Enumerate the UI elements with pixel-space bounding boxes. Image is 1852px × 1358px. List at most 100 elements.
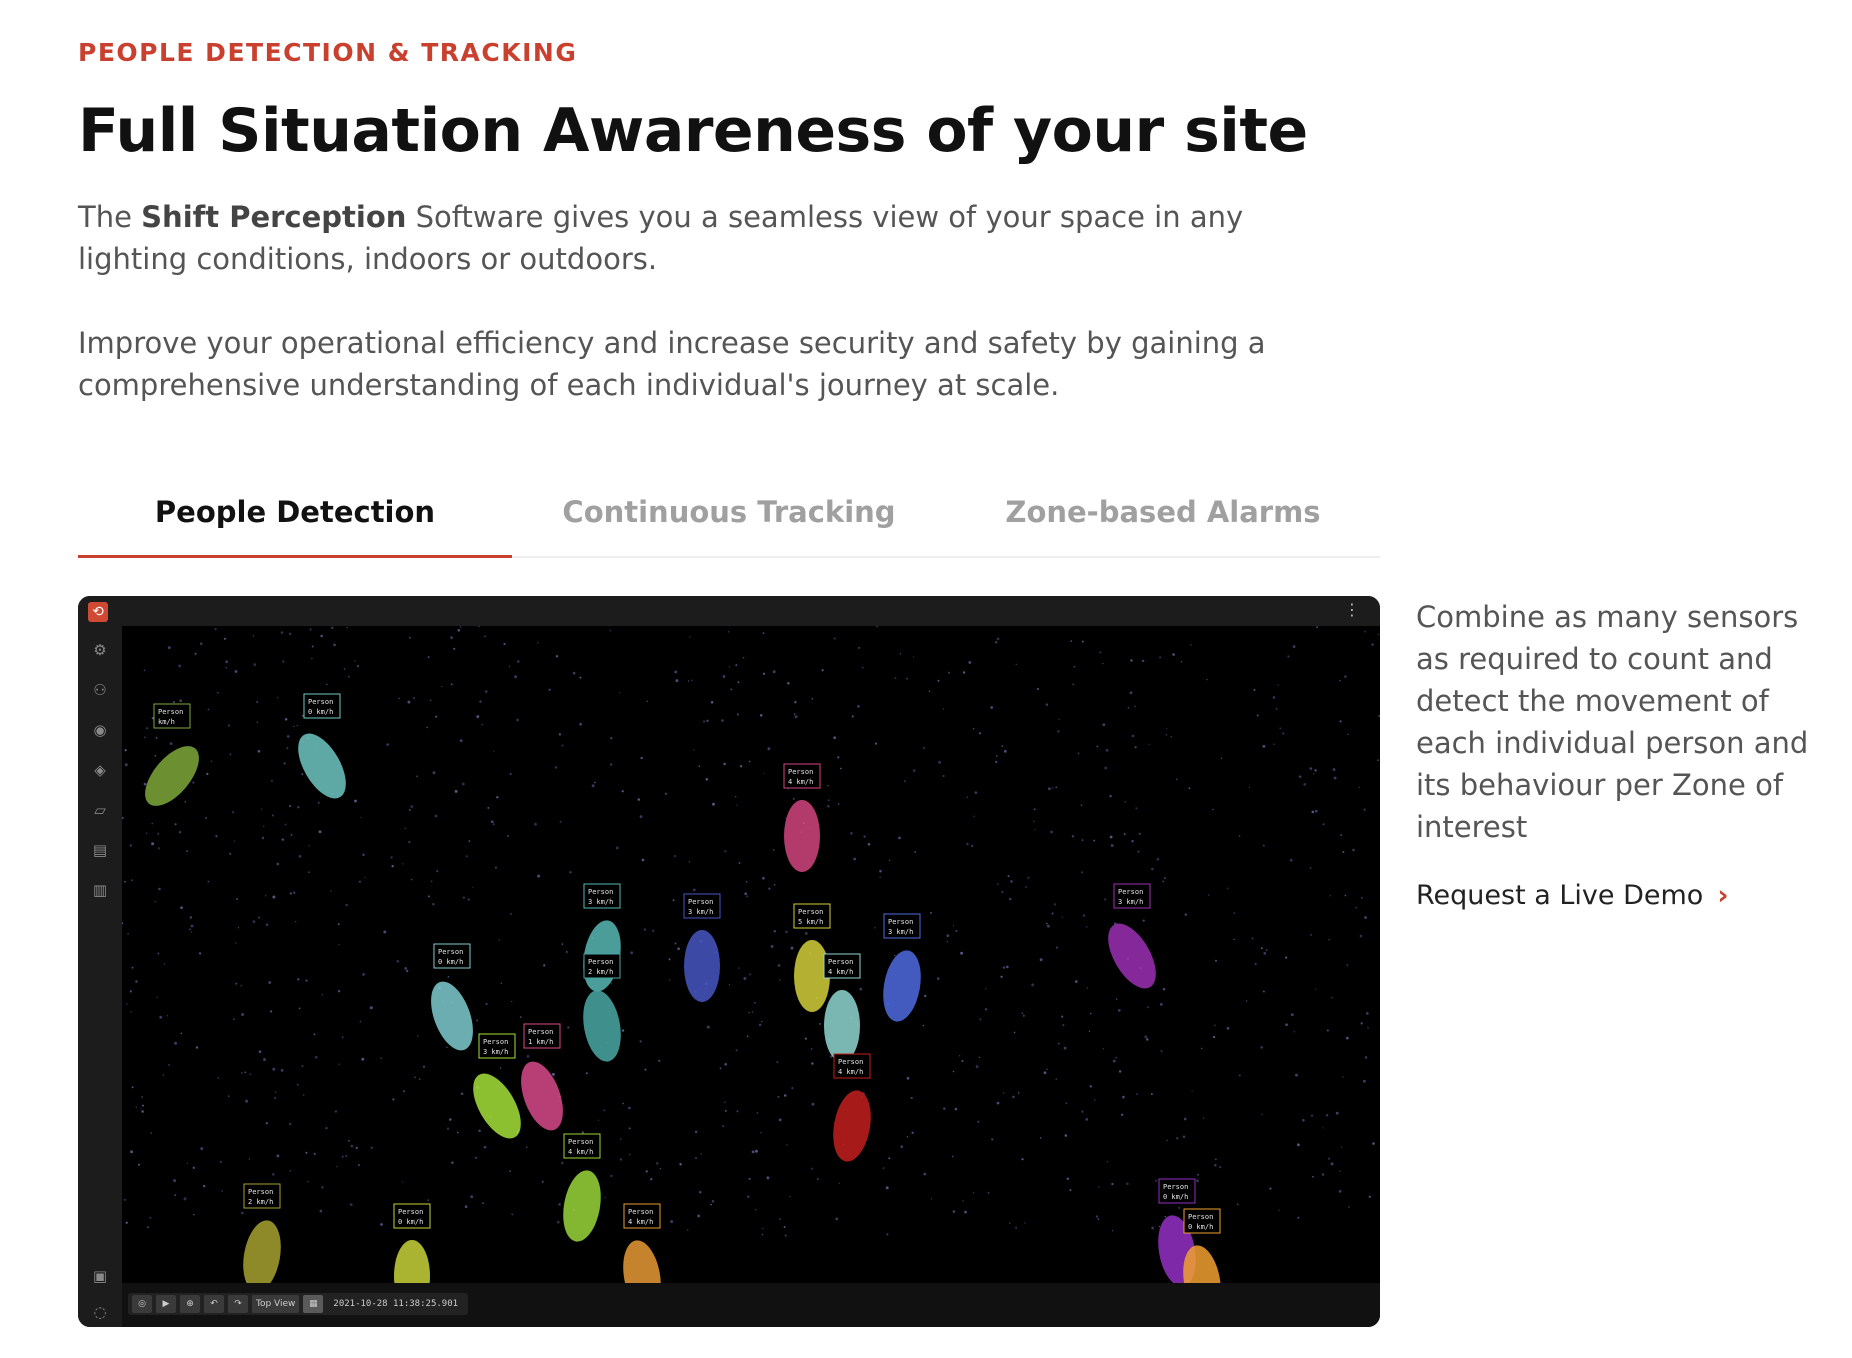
- lidar-point: [298, 854, 302, 858]
- gear-icon[interactable]: ⚙: [90, 640, 110, 660]
- lidar-point: [390, 856, 393, 859]
- target-icon[interactable]: ⊕: [180, 1295, 200, 1313]
- tab-continuous-tracking[interactable]: Continuous Tracking: [512, 470, 946, 556]
- lidar-point: [744, 892, 748, 896]
- lidar-point: [354, 660, 356, 662]
- lidar-point: [509, 772, 512, 776]
- person-marker[interactable]: Person 3 km/h: [878, 913, 926, 1025]
- person-marker[interactable]: Person 3 km/h: [683, 893, 721, 1002]
- lidar-point: [144, 736, 146, 739]
- lidar-point: [408, 808, 411, 811]
- lidar-point: [355, 1146, 358, 1150]
- lidar-point: [1325, 1114, 1329, 1117]
- lidar-point: [1093, 839, 1096, 842]
- lidar-point: [121, 922, 124, 925]
- lidar-point: [1071, 835, 1075, 838]
- lidar-point: [1047, 787, 1051, 791]
- tab-zone-based-alarms[interactable]: Zone-based Alarms: [946, 470, 1380, 556]
- layers-toggle-icon[interactable]: ◎: [132, 1295, 152, 1313]
- lidar-point: [1123, 833, 1126, 836]
- layers-icon[interactable]: ◈: [90, 760, 110, 780]
- person-marker[interactable]: Person 4 km/h: [828, 1053, 876, 1165]
- lidar-point: [129, 990, 132, 993]
- book-icon[interactable]: ▣: [90, 1266, 110, 1286]
- lidar-point: [1033, 820, 1035, 822]
- lidar-point: [723, 1101, 726, 1104]
- lidar-point: [272, 1173, 275, 1176]
- person-marker[interactable]: Person 0 km/h: [423, 943, 481, 1056]
- lidar-point: [1208, 894, 1210, 896]
- lidar-point: [1058, 718, 1060, 721]
- lidar-point: [1102, 723, 1106, 727]
- point-cloud-view[interactable]: Person 0 km/h Person km/h Person 4 km/h Person…: [121, 624, 1380, 1327]
- lidar-point: [256, 700, 259, 704]
- document-icon[interactable]: ▤: [90, 840, 110, 860]
- lidar-point: [745, 881, 748, 883]
- sensor-icon[interactable]: ◉: [90, 720, 110, 740]
- lidar-point: [525, 1146, 528, 1148]
- lidar-point: [763, 772, 765, 774]
- lidar-point: [1081, 839, 1084, 841]
- person-marker[interactable]: Person 4 km/h: [823, 953, 861, 1062]
- person-marker[interactable]: Person 0 km/h: [393, 1203, 431, 1312]
- lidar-point: [971, 844, 974, 848]
- lidar-point: [482, 1202, 484, 1204]
- person-label: Person: [688, 898, 713, 906]
- lidar-point: [548, 688, 551, 692]
- intro-paragraph-2: Improve your operational efficiency and …: [78, 326, 1266, 402]
- person-marker[interactable]: Person 1 km/h: [513, 1023, 571, 1136]
- lidar-point: [659, 1167, 661, 1170]
- person-speed: 2 km/h: [588, 968, 613, 976]
- person-marker[interactable]: Person 4 km/h: [558, 1133, 606, 1245]
- lidar-point: [154, 754, 157, 757]
- lidar-point: [178, 664, 182, 668]
- person-marker[interactable]: Person 4 km/h: [783, 763, 821, 872]
- request-demo-link[interactable]: Request a Live Demo ›: [1416, 880, 1728, 911]
- lidar-point: [1015, 663, 1017, 666]
- lidar-point: [135, 980, 138, 983]
- person-marker[interactable]: Person 2 km/h: [238, 1183, 286, 1292]
- lidar-point: [674, 670, 678, 674]
- lidar-point: [419, 1078, 421, 1080]
- person-marker[interactable]: Person 3 km/h: [1098, 883, 1165, 996]
- lidar-point: [453, 647, 456, 650]
- lidar-point: [1031, 983, 1035, 987]
- lidar-point: [1330, 996, 1333, 999]
- kebab-icon[interactable]: ⋮: [1344, 600, 1360, 620]
- lidar-point: [253, 663, 257, 666]
- top-view-button[interactable]: Top View: [252, 1295, 300, 1313]
- zone-edit-icon[interactable]: ▱: [90, 800, 110, 820]
- lidar-point: [157, 833, 160, 835]
- lidar-point: [1332, 768, 1336, 771]
- lidar-point: [147, 1226, 149, 1228]
- lidar-point: [1377, 759, 1379, 762]
- person-marker[interactable]: Person 0 km/h: [288, 693, 355, 806]
- lidar-point: [183, 1197, 187, 1201]
- map-icon[interactable]: ▥: [90, 880, 110, 900]
- person-marker[interactable]: Person km/h: [135, 703, 209, 815]
- chat-icon[interactable]: ◌: [90, 1302, 110, 1322]
- lidar-point: [610, 982, 613, 985]
- lidar-point: [476, 1019, 479, 1022]
- person-marker[interactable]: Person 2 km/h: [578, 953, 626, 1065]
- tab-people-detection[interactable]: People Detection: [78, 470, 512, 558]
- person-marker[interactable]: Person 3 km/h: [463, 1033, 530, 1146]
- lidar-point: [792, 798, 795, 800]
- lidar-point: [227, 724, 231, 727]
- lidar-point: [265, 923, 269, 926]
- lidar-point: [1311, 810, 1315, 814]
- redo-icon[interactable]: ↷: [228, 1295, 248, 1313]
- lidar-point: [942, 775, 945, 777]
- grid-icon[interactable]: ▦: [303, 1295, 324, 1313]
- lidar-point: [773, 883, 776, 886]
- network-icon[interactable]: ⚇: [90, 680, 110, 700]
- person-marker[interactable]: Person 4 km/h: [618, 1203, 666, 1312]
- lidar-point: [898, 836, 901, 840]
- camera-icon[interactable]: ▶: [156, 1295, 176, 1313]
- lidar-point: [1285, 1023, 1288, 1026]
- lidar-point: [407, 700, 411, 704]
- lidar-point: [1111, 1230, 1114, 1232]
- person-speed: 3 km/h: [688, 908, 713, 916]
- lidar-point: [364, 877, 366, 879]
- undo-icon[interactable]: ↶: [204, 1295, 224, 1313]
